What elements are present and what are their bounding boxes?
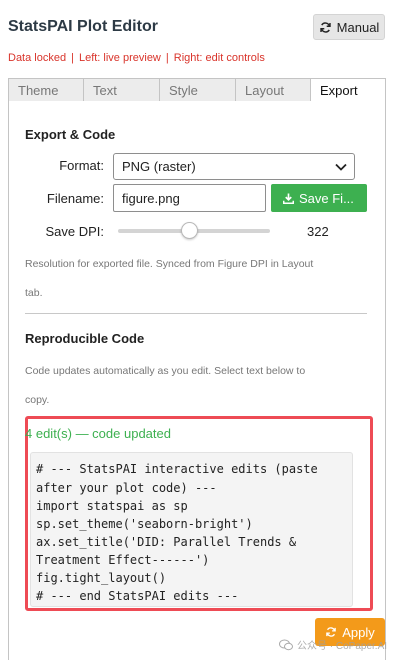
section-divider bbox=[25, 313, 367, 314]
code-line: # --- end StatsPAI edits --- bbox=[36, 589, 239, 603]
watermark-text: 公众号 · CoPaper.AI bbox=[297, 641, 388, 652]
wechat-icon bbox=[279, 639, 293, 650]
code-hint-line1: Code updates automatically as you edit. … bbox=[25, 365, 306, 377]
refresh-icon bbox=[319, 21, 331, 33]
dpi-hint-line1: Resolution for exported file. Synced fro… bbox=[25, 258, 314, 270]
status-line: Data locked | Left: live preview | Right: ed… bbox=[8, 52, 265, 64]
manual-button[interactable]: Manual bbox=[313, 14, 385, 40]
save-file-button[interactable]: Save Fi... bbox=[271, 184, 367, 212]
chevron-down-icon bbox=[335, 163, 347, 171]
app-title: StatsPAI Plot Editor bbox=[8, 18, 158, 35]
code-line: import statspai as sp bbox=[36, 499, 188, 513]
code-line: # --- StatsPAI interactive edits (paste bbox=[36, 462, 318, 476]
code-line: ax.set_title('DID: Parallel Trends & bbox=[36, 535, 297, 549]
filename-label: Filename: bbox=[46, 191, 104, 206]
dpi-value: 322 bbox=[307, 224, 329, 239]
dpi-slider-thumb[interactable] bbox=[180, 222, 198, 239]
format-label: Format: bbox=[59, 158, 104, 173]
code-line: after your plot code) --- bbox=[36, 481, 217, 495]
status-separator: | bbox=[71, 52, 74, 64]
status-left: Left: live preview bbox=[78, 52, 161, 64]
format-select[interactable]: PNG (raster) bbox=[113, 153, 355, 180]
code-hint-line2: copy. bbox=[25, 394, 50, 406]
format-select-value: PNG (raster) bbox=[122, 159, 196, 174]
tab-text[interactable]: Text bbox=[83, 78, 159, 102]
dpi-label: Save DPI: bbox=[45, 224, 104, 239]
download-icon bbox=[283, 192, 294, 204]
tab-bar: Theme Text Style Layout Export bbox=[8, 78, 386, 102]
save-file-label: Save Fi... bbox=[299, 190, 354, 206]
edit-status: 4 edit(s) — code updated bbox=[25, 426, 171, 441]
tab-layout[interactable]: Layout bbox=[235, 78, 310, 102]
code-line: Treatment Effect------') bbox=[36, 553, 210, 567]
top-bar: StatsPAI Plot Editor Manual bbox=[0, 0, 416, 48]
tab-export[interactable]: Export bbox=[310, 78, 386, 102]
code-line: fig.tight_layout() bbox=[36, 571, 167, 585]
dpi-hint-line2: tab. bbox=[25, 287, 43, 299]
code-heading: Reproducible Code bbox=[25, 331, 145, 346]
tab-style[interactable]: Style bbox=[159, 78, 235, 102]
status-right: Right: edit controls bbox=[173, 52, 265, 64]
code-line: sp.set_theme('seaborn-bright') bbox=[36, 517, 253, 531]
status-separator: | bbox=[165, 52, 169, 64]
filename-input[interactable]: figure.png bbox=[113, 184, 266, 212]
manual-button-label: Manual bbox=[336, 19, 380, 35]
status-data-locked: Data locked bbox=[8, 52, 67, 64]
watermark: 公众号 · CoPaper.AI bbox=[279, 637, 387, 652]
export-heading: Export & Code bbox=[25, 127, 116, 142]
tab-theme[interactable]: Theme bbox=[8, 78, 83, 102]
